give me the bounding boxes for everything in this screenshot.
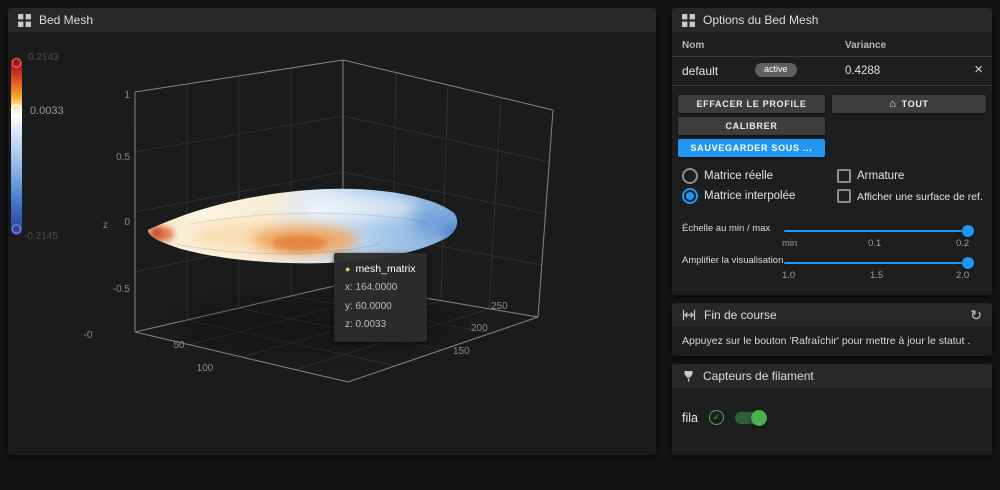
profile-row: default active 0.4288 × bbox=[672, 56, 992, 86]
endstops-panel: Fin de course ↻ Appuyez sur le bouton 'R… bbox=[672, 303, 992, 356]
z-tick: 1 bbox=[124, 90, 130, 101]
boost-slider-track[interactable] bbox=[784, 262, 970, 264]
scale-slider-thumb[interactable] bbox=[962, 225, 974, 237]
bed-mesh-plot[interactable]: 1 0.5 0 -0.5 z -0 50 100 150 200 250 0.2… bbox=[8, 32, 656, 455]
scale-slider-track[interactable] bbox=[784, 230, 970, 232]
z-axis-label: z bbox=[103, 220, 108, 231]
corner-tick: -0 bbox=[84, 330, 93, 341]
radio-real-matrix[interactable] bbox=[682, 168, 698, 184]
y-tick: 200 bbox=[471, 323, 488, 334]
sensor-name: fila bbox=[682, 410, 698, 425]
options-body: Nom Variance default active 0.4288 × EFF… bbox=[672, 32, 992, 295]
mesh-3d-plot[interactable]: 1 0.5 0 -0.5 z -0 50 100 150 200 250 0.2… bbox=[8, 32, 656, 455]
apps-grid-icon bbox=[682, 13, 695, 27]
colorbar-max-label: 0.2143 bbox=[28, 52, 59, 63]
home-all-label: TOUT bbox=[901, 99, 929, 109]
tooltip-x: x: 164.0000 bbox=[345, 282, 398, 294]
boost-tick-max: 2.0 bbox=[956, 270, 970, 281]
scale-tick-max: 0.2 bbox=[956, 238, 970, 249]
apps-grid-icon bbox=[18, 13, 31, 27]
y-tick: 250 bbox=[491, 301, 508, 312]
filament-sensor-icon bbox=[682, 370, 695, 383]
x-tick: 50 bbox=[173, 340, 185, 351]
checkbox-ref-surface[interactable] bbox=[837, 189, 851, 203]
endstops-message: Appuyez sur le bouton 'Rafraîchir' pour … bbox=[682, 335, 971, 347]
panel-title: Bed Mesh bbox=[39, 13, 94, 27]
bed-mesh-header: Bed Mesh bbox=[8, 8, 656, 32]
column-variance: Variance bbox=[845, 40, 887, 51]
filament-sensors-panel: Capteurs de filament fila ✓ bbox=[672, 364, 992, 455]
checkbox-wireframe[interactable] bbox=[837, 169, 851, 183]
toggle-knob[interactable] bbox=[750, 409, 767, 426]
tooltip-y: y: 60.0000 bbox=[345, 300, 392, 312]
bed-mesh-panel: Bed Mesh 1 0.5 0 -0.5 z -0 50 100 150 20… bbox=[8, 8, 656, 455]
boost-tick-min: 1.0 bbox=[782, 270, 796, 281]
tooltip-series-name: mesh_matrix bbox=[355, 263, 416, 275]
radio-interpolated-matrix-label: Matrice interpolée bbox=[704, 190, 796, 202]
save-as-button[interactable]: SAUVEGARDER SOUS ... bbox=[678, 139, 825, 157]
home-all-button[interactable]: ⌂ TOUT bbox=[832, 95, 986, 113]
column-name: Nom bbox=[682, 40, 705, 51]
scale-tick-mid: 0.1 bbox=[868, 238, 882, 249]
colorbar-marker-label: 0.0033 bbox=[30, 105, 64, 117]
check-icon: ✓ bbox=[712, 412, 721, 422]
checkbox-wireframe-label: Armature bbox=[857, 170, 905, 182]
bed-mesh-options-panel: Options du Bed Mesh Nom Variance default… bbox=[672, 8, 992, 295]
radio-real-matrix-label: Matrice réelle bbox=[704, 170, 774, 182]
z-tick: 0 bbox=[124, 217, 130, 228]
refresh-button[interactable]: ↻ bbox=[970, 308, 982, 322]
endstops-header: Fin de course ↻ bbox=[672, 303, 992, 327]
z-tick: -0.5 bbox=[113, 284, 131, 295]
mesh-tooltip: ● mesh_matrix x: 164.0000 y: 60.0000 z: … bbox=[334, 253, 427, 342]
profile-variance: 0.4288 bbox=[845, 65, 881, 77]
options-header: Options du Bed Mesh bbox=[672, 8, 992, 32]
panel-title: Fin de course bbox=[704, 308, 777, 322]
scale-slider-label: Échelle au min / max bbox=[682, 223, 771, 234]
boost-tick-mid: 1.5 bbox=[870, 270, 884, 281]
z-tick: 0.5 bbox=[116, 152, 130, 163]
filament-header: Capteurs de filament bbox=[672, 364, 992, 388]
scale-tick-min: min bbox=[782, 238, 798, 249]
x-tick: 100 bbox=[197, 363, 214, 374]
home-icon: ⌂ bbox=[889, 97, 897, 110]
delete-profile-button[interactable]: × bbox=[974, 61, 983, 78]
boost-slider-thumb[interactable] bbox=[962, 257, 974, 269]
series-dot-icon: ● bbox=[345, 264, 351, 275]
colorbar-min-label: -0.2145 bbox=[24, 231, 58, 242]
checkbox-ref-surface-label: Afficher une surface de ref. bbox=[857, 191, 983, 203]
tooltip-z: z: 0.0033 bbox=[345, 319, 387, 331]
filament-sensor-toggle[interactable] bbox=[734, 409, 767, 426]
clear-profile-button[interactable]: EFFACER LE PROFILE bbox=[678, 95, 825, 113]
active-badge: active bbox=[755, 63, 797, 77]
panel-title: Options du Bed Mesh bbox=[703, 13, 819, 27]
y-tick: 150 bbox=[453, 346, 470, 357]
calibrate-button[interactable]: CALIBRER bbox=[678, 117, 825, 135]
endstop-icon bbox=[682, 308, 696, 322]
filament-sensor-row: fila ✓ bbox=[672, 409, 992, 426]
boost-slider-label: Amplifier la visualisation bbox=[682, 255, 784, 266]
check-circle-icon: ✓ bbox=[708, 410, 724, 425]
colorbar[interactable]: 0.2143 0.0033 -0.2145 bbox=[10, 52, 64, 242]
tooltip-series: ● mesh_matrix bbox=[345, 260, 416, 279]
profiles-table-header: Nom Variance bbox=[672, 34, 992, 57]
radio-interpolated-matrix[interactable] bbox=[682, 188, 698, 204]
panel-title: Capteurs de filament bbox=[703, 369, 814, 383]
profile-name: default bbox=[682, 64, 719, 78]
